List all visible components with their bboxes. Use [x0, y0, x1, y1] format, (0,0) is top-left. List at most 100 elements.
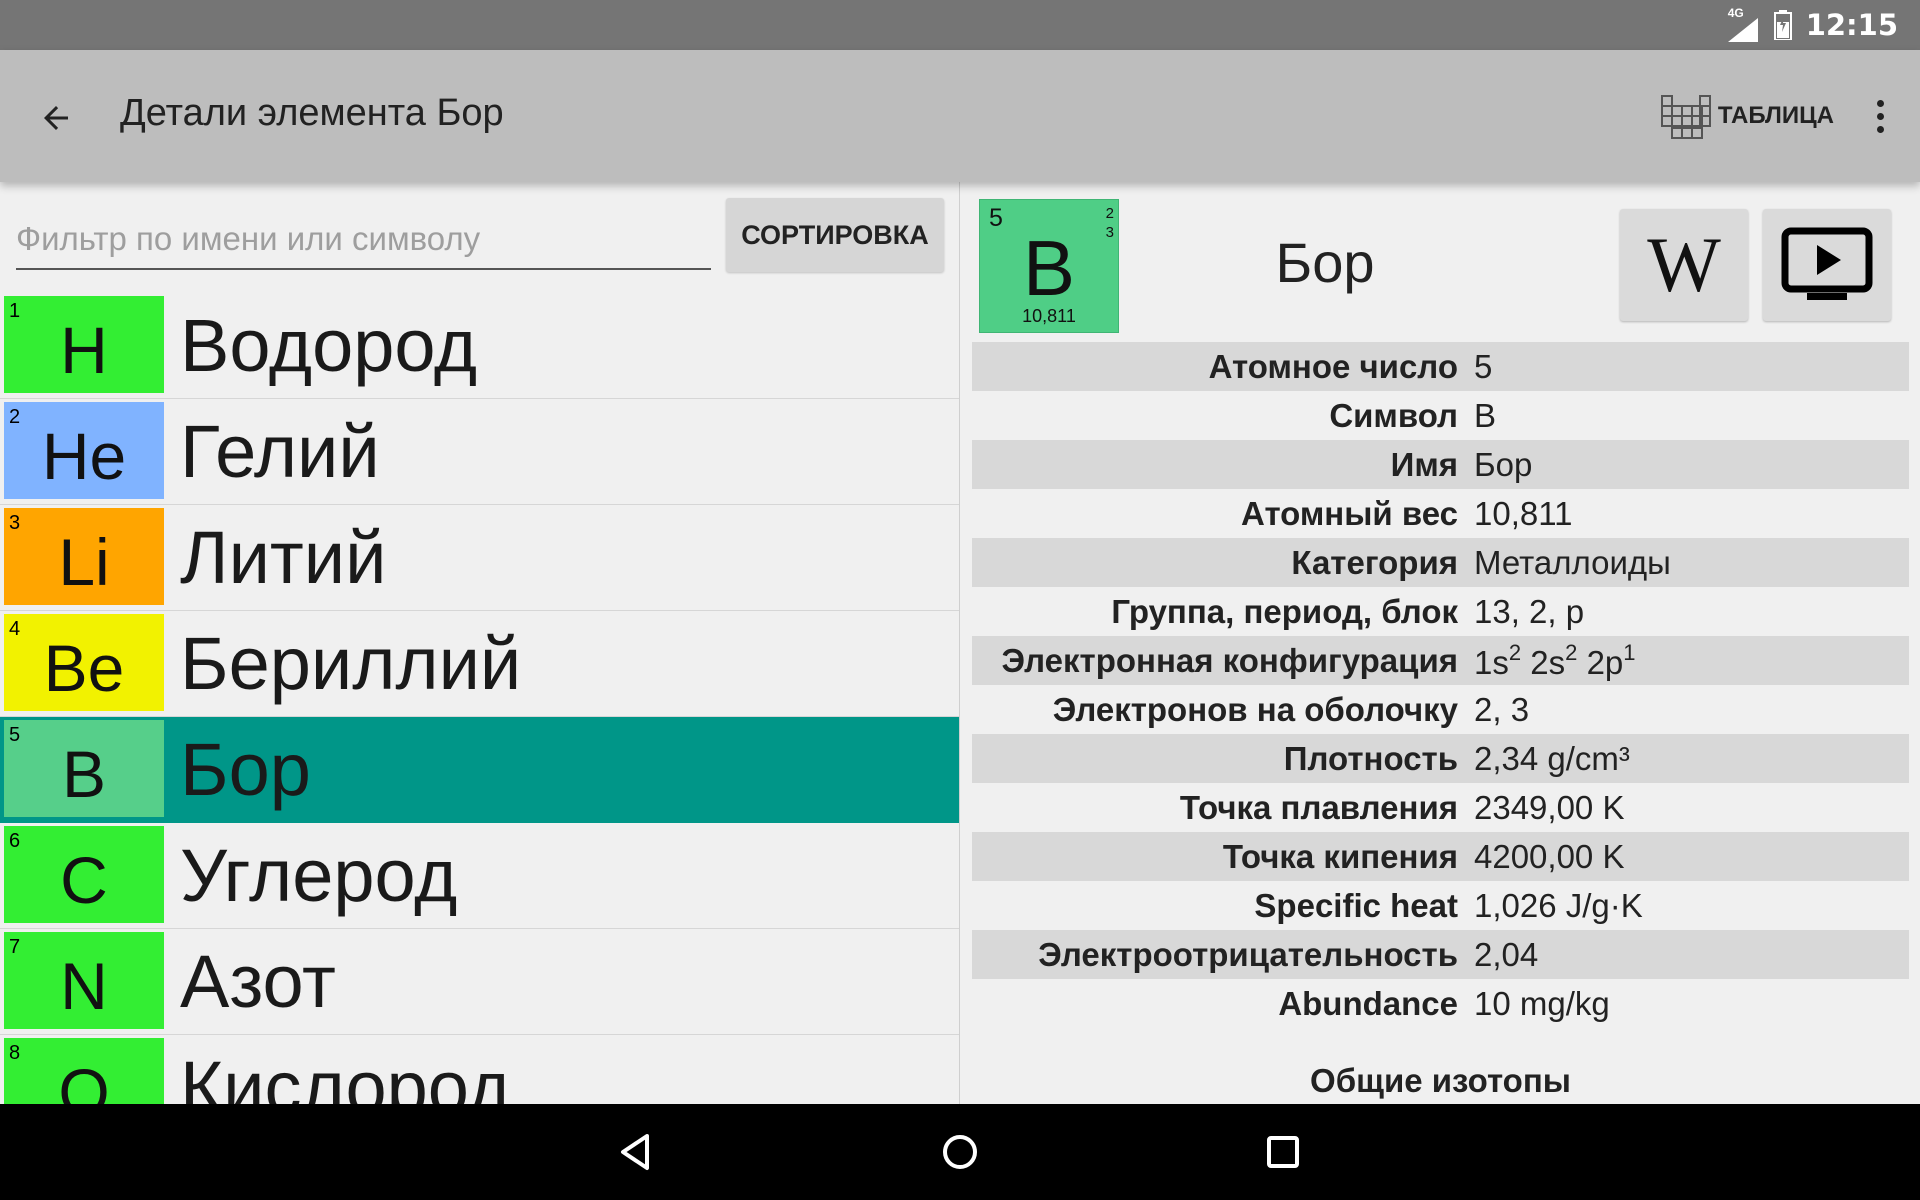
- element-name-heading: Бор: [1275, 231, 1375, 294]
- property-row: Плотность 2,34 g/cm³: [972, 734, 1909, 783]
- property-label: Abundance: [1278, 984, 1458, 1022]
- table-button[interactable]: ТАБЛИЦА: [1660, 88, 1834, 144]
- element-list: 1 H Водород 2 He Гелий 3 Li Литий 4 Be Бериллий 5 B Бо…: [0, 293, 959, 1104]
- status-icons: 4G 12:15: [1727, 0, 1898, 50]
- element-list-item[interactable]: 5 B Бор: [0, 717, 959, 823]
- property-value: 5: [1474, 347, 1493, 385]
- element-name: Азот: [180, 940, 336, 1023]
- property-row: Символ B: [972, 391, 1909, 440]
- element-name: Водород: [180, 304, 478, 387]
- property-label: Группа, период, блок: [1111, 592, 1458, 630]
- element-name: Бериллий: [180, 622, 522, 705]
- property-value: 2, 3: [1474, 690, 1530, 728]
- config-term: 1s2: [1474, 640, 1521, 681]
- filter-input[interactable]: [16, 210, 711, 270]
- property-row: Электроотрицательность 2,04: [972, 930, 1909, 979]
- sort-button[interactable]: СОРТИРОВКА: [726, 198, 944, 272]
- property-row: Атомное число 5: [972, 342, 1909, 391]
- property-label: Точка плавления: [1179, 788, 1458, 826]
- element-tile: 5B: [4, 720, 164, 817]
- nav-back-button[interactable]: [605, 1122, 665, 1182]
- property-row: Категория Металлоиды: [972, 538, 1909, 587]
- wikipedia-button[interactable]: W: [1620, 209, 1748, 321]
- nav-back-icon: [621, 1134, 649, 1170]
- tile-symbol: B: [1022, 224, 1076, 312]
- property-label: Точка кипения: [1222, 837, 1458, 875]
- property-label: Имя: [1390, 445, 1458, 483]
- property-label: Электроотрицательность: [1038, 935, 1458, 973]
- property-label: Электронная конфигурация: [1001, 641, 1458, 679]
- nav-home-button[interactable]: [930, 1122, 990, 1182]
- more-vert-icon-dot: [1876, 99, 1884, 107]
- element-name: Гелий: [180, 410, 380, 493]
- nav-recents-button[interactable]: [1253, 1122, 1313, 1182]
- property-label: Атомное число: [1208, 347, 1458, 385]
- more-vert-icon-dot: [1876, 112, 1884, 120]
- navigation-bar: [0, 1104, 1920, 1200]
- element-name: Литий: [180, 516, 387, 599]
- status-bar: 4G 12:15: [0, 0, 1920, 50]
- property-value: 2,04: [1474, 935, 1539, 973]
- element-tile: 2 He: [4, 402, 164, 499]
- property-row: Specific heat 1,026 J/g·K: [972, 881, 1909, 930]
- property-row: Атомный вес 10,811: [972, 489, 1909, 538]
- element-tile: 8O: [4, 1038, 164, 1104]
- isotopes-heading: Общие изотопы: [1310, 1062, 1571, 1099]
- property-row: Имя Бор: [972, 440, 1909, 489]
- tile-symbol: C: [60, 843, 108, 917]
- config-electrons: 1: [1623, 639, 1636, 665]
- element-name: Кислород: [180, 1046, 511, 1104]
- property-label: Символ: [1329, 396, 1458, 434]
- arrow-back-icon: [44, 106, 68, 130]
- video-play-icon: [1781, 227, 1873, 300]
- config-orbital: 2p: [1586, 643, 1624, 681]
- property-value: 10 mg/kg: [1474, 984, 1610, 1022]
- element-name: Бор: [180, 728, 311, 811]
- property-row: Abundance 10 mg/kg: [972, 979, 1909, 1028]
- video-button[interactable]: [1763, 209, 1891, 321]
- property-row: Группа, период, блок 13, 2, p: [972, 587, 1909, 636]
- element-list-item[interactable]: 8 O Кислород: [0, 1035, 959, 1104]
- property-row: Точка плавления 2349,00 K: [972, 783, 1909, 832]
- element-list-item[interactable]: 2 He Гелий: [0, 399, 959, 505]
- property-value: 13, 2, p: [1474, 592, 1585, 630]
- config-electrons: 2: [1508, 639, 1522, 665]
- property-row: Электронная конфигурация 1s2 2s2 2p1: [972, 636, 1909, 685]
- table-button-label: ТАБЛИЦА: [1717, 102, 1834, 129]
- property-row: Точка кипения 4200,00 K: [972, 832, 1909, 881]
- element-tile: 1H: [4, 296, 164, 393]
- config-orbital: 2s: [1530, 643, 1566, 681]
- element-tile: 3 Li: [4, 508, 164, 605]
- property-label: Атомный вес: [1241, 494, 1458, 532]
- tile-symbol: He: [41, 419, 127, 493]
- element-list-item[interactable]: 7 N Азот: [0, 929, 959, 1035]
- nav-home-icon: [943, 1135, 977, 1169]
- cell-signal-icon: 4G: [1727, 6, 1760, 42]
- property-value: 2349,00 K: [1474, 788, 1625, 826]
- tile-symbol: Li: [58, 525, 110, 599]
- back-button[interactable]: [28, 90, 84, 146]
- property-value: Бор: [1474, 445, 1533, 483]
- element-list-item[interactable]: 1 H Водород: [0, 293, 959, 399]
- element-list-item[interactable]: 4 Be Бериллий: [0, 611, 959, 717]
- property-label: Плотность: [1283, 739, 1458, 777]
- config-orbital: 1s: [1474, 643, 1509, 681]
- element-detail-pane: 5 2 3 B 10,811 Бор W Атомное число 5 Симво…: [960, 182, 1920, 1104]
- clock: 12:15: [1805, 8, 1898, 42]
- config-electrons: 2: [1565, 639, 1578, 665]
- tile-shell-1: 2: [1105, 205, 1114, 222]
- app-bar: Детали элемента Бор ТАБЛИЦА: [0, 50, 1920, 182]
- nav-recents-icon: [1267, 1136, 1299, 1168]
- properties-table: Атомное число 5 Символ B Имя Бор Атомный вес 10…: [972, 342, 1909, 1028]
- property-value: 1,026 J/g·K: [1474, 886, 1643, 924]
- element-list-item[interactable]: 6 C Углерод: [0, 823, 959, 929]
- more-vert-icon-dot: [1876, 125, 1884, 133]
- more-options-button[interactable]: [1860, 88, 1900, 144]
- property-value: Металлоиды: [1474, 543, 1671, 581]
- element-list-item[interactable]: 3 Li Литий: [0, 505, 959, 611]
- property-label: Specific heat: [1254, 886, 1458, 924]
- property-value: 10,811: [1474, 494, 1573, 532]
- periodic-table-icon: [1660, 95, 1711, 139]
- element-tile: 6C: [4, 826, 164, 923]
- property-value: 1s2 2s2 2p1: [1458, 640, 1636, 682]
